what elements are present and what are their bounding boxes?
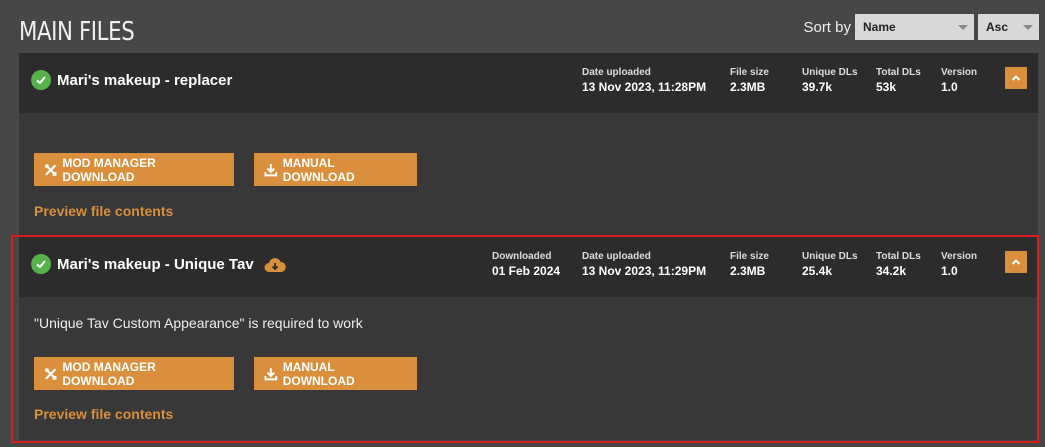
meta-value: 2.3MB [730,264,766,278]
meta-label: Version [941,67,978,78]
tools-icon [44,367,57,380]
check-icon [31,254,51,274]
meta-value: 25.4k [802,264,833,278]
meta-label: File size [730,67,769,78]
meta-downloaded: Downloaded 01 Feb 2024 [492,251,560,278]
meta-file-size: File size 2.3MB [730,67,769,94]
meta-version: Version 1.0 [941,67,977,94]
file-body: "Unique Tav Custom Appearance" is requir… [19,297,1038,440]
manual-download-button[interactable]: MANUAL DOWNLOAD [254,357,417,390]
file-entry: Mari's makeup - replacer Date uploaded 1… [19,53,1038,235]
file-body: MOD MANAGER DOWNLOAD MANUAL DOWNLOAD Pre… [19,113,1038,235]
button-label: MOD MANAGER DOWNLOAD [62,359,156,388]
meta-label: Downloaded [492,251,552,262]
file-name: Mari's makeup - Unique Tav [57,256,254,273]
chevron-down-icon [1023,25,1033,30]
meta-label: Total DLs [876,67,921,78]
meta-label: Date uploaded [582,251,651,262]
meta-value: 13 Nov 2023, 11:28PM [582,80,707,94]
chevron-down-icon [958,25,968,30]
file-name-wrap: Mari's makeup - Unique Tav [57,256,286,273]
requirement-text: "Unique Tav Custom Appearance" is requir… [34,315,363,331]
cloud-download-icon [264,258,286,273]
sort-field-value: Name [863,20,896,34]
chevron-up-icon [1011,259,1021,265]
sort-label: Sort by [803,18,851,36]
sort-order-select[interactable]: Asc [978,14,1039,40]
check-icon [31,70,51,90]
preview-file-contents-link[interactable]: Preview file contents [34,406,173,422]
meta-unique-dls: Unique DLs 39.7k [802,67,858,94]
meta-value: 34.2k [876,264,907,278]
button-label: MANUAL DOWNLOAD [282,359,355,388]
meta-value: 1.0 [941,264,958,278]
collapse-button[interactable] [1005,251,1027,273]
mod-manager-download-button[interactable]: MOD MANAGER DOWNLOAD [34,153,234,186]
meta-total-dls: Total DLs 34.2k [876,251,921,278]
sort-controls: Sort by Name Asc [803,14,1039,40]
tools-icon [44,163,57,176]
meta-value: 2.3MB [730,80,766,94]
collapse-button[interactable] [1005,67,1027,89]
button-label: MANUAL DOWNLOAD [282,155,355,184]
meta-file-size: File size 2.3MB [730,251,769,278]
sort-field-select[interactable]: Name [855,14,974,40]
meta-value: 1.0 [941,80,958,94]
meta-value: 01 Feb 2024 [492,264,561,278]
mod-manager-download-button[interactable]: MOD MANAGER DOWNLOAD [34,357,234,390]
meta-label: Version [941,251,978,262]
meta-date-uploaded: Date uploaded 13 Nov 2023, 11:28PM [582,67,706,94]
meta-label: Total DLs [876,251,921,262]
meta-label: File size [730,251,769,262]
button-label: MOD MANAGER DOWNLOAD [62,155,156,184]
meta-label: Unique DLs [802,251,858,262]
download-icon [264,367,278,380]
meta-label: Date uploaded [582,67,651,78]
meta-total-dls: Total DLs 53k [876,67,921,94]
file-header[interactable]: Mari's makeup - Unique Tav Downloaded 01… [19,237,1038,297]
download-icon [264,163,278,176]
chevron-up-icon [1011,75,1021,81]
meta-value: 53k [876,80,897,94]
meta-version: Version 1.0 [941,251,977,278]
section-title: MAIN FILES [19,17,135,47]
file-header[interactable]: Mari's makeup - replacer Date uploaded 1… [19,53,1038,113]
preview-file-contents-link[interactable]: Preview file contents [34,203,173,219]
sort-order-value: Asc [986,20,1009,34]
file-entry: Mari's makeup - Unique Tav Downloaded 01… [19,237,1038,440]
meta-label: Unique DLs [802,67,858,78]
manual-download-button[interactable]: MANUAL DOWNLOAD [254,153,417,186]
meta-date-uploaded: Date uploaded 13 Nov 2023, 11:29PM [582,251,706,278]
meta-value: 39.7k [802,80,833,94]
meta-value: 13 Nov 2023, 11:29PM [582,264,707,278]
meta-unique-dls: Unique DLs 25.4k [802,251,858,278]
file-name: Mari's makeup - replacer [57,72,233,89]
